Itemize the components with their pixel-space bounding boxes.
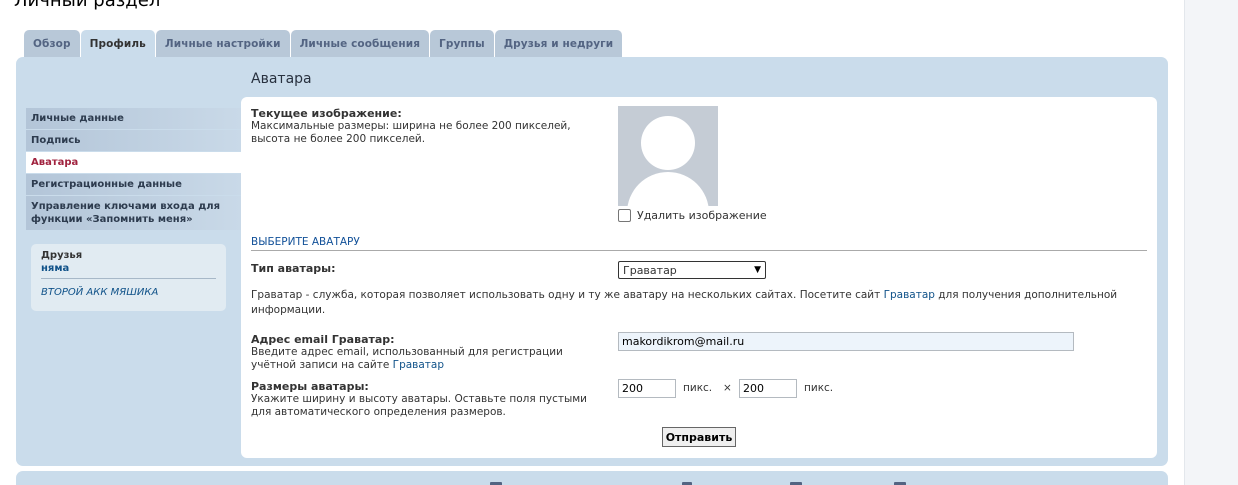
current-image-desc-1: Максимальные размеры: ширина не более 20…	[251, 120, 571, 132]
friends-box: Друзья няма ВТОРОЙ АКК МЯШИКА	[31, 244, 226, 311]
tab-profile[interactable]: Профиль	[80, 30, 155, 58]
side-item-personal-data[interactable]: Личные данные	[26, 108, 241, 129]
right-margin	[1184, 0, 1238, 485]
friend-offline-link[interactable]: ВТОРОЙ АКК МЯШИКА	[41, 287, 158, 298]
section-heading: ВЫБЕРИТЕ АВАТАРУ	[251, 236, 1147, 251]
email-block: Адрес email Граватар: Введите адрес emai…	[251, 333, 563, 372]
email-desc-link[interactable]: Граватар	[393, 359, 444, 371]
side-menu: Личные данные Подпись Аватара Регистраци…	[26, 108, 241, 231]
email-label: Адрес email Граватар:	[251, 333, 395, 346]
tab-overview[interactable]: Обзор	[24, 30, 80, 57]
page-title: Личный раздел	[14, 0, 161, 11]
email-desc-2: учётной записи на сайте Граватар	[251, 359, 563, 372]
side-item-registration-data[interactable]: Регистрационные данные	[26, 174, 241, 195]
content-title: Аватара	[251, 71, 312, 87]
gravatar-info-line2: информации.	[251, 304, 326, 316]
friends-title: Друзья	[41, 250, 83, 261]
side-item-signature[interactable]: Подпись	[26, 130, 241, 151]
avatar-type-label: Тип аватары:	[251, 262, 336, 275]
avatar-type-selected: Граватар	[623, 263, 677, 277]
submit-button[interactable]: Отправить	[662, 427, 736, 447]
avatar-placeholder-body	[627, 172, 709, 206]
gravatar-info-link[interactable]: Граватар	[884, 289, 935, 301]
delete-image-label: Удалить изображение	[637, 209, 767, 222]
width-unit: пикс.	[683, 382, 713, 394]
gravatar-email-input[interactable]: makordikrom@mail.ru	[618, 332, 1074, 351]
email-desc-1: Введите адрес email, использованный для …	[251, 346, 563, 358]
height-unit: пикс.	[804, 382, 834, 394]
delete-image-checkbox[interactable]	[618, 209, 631, 222]
chevron-down-icon: ▼	[754, 265, 761, 275]
email-desc-2-text: учётной записи на сайте	[251, 359, 393, 371]
tab-bar: Обзор Профиль Личные настройки Личные со…	[24, 30, 623, 58]
tab-personal-settings[interactable]: Личные настройки	[155, 30, 290, 57]
friend-online-link[interactable]: няма	[41, 263, 216, 274]
tab-groups[interactable]: Группы	[430, 30, 494, 57]
size-label: Размеры аватары:	[251, 380, 369, 393]
avatar-placeholder-head	[641, 116, 695, 170]
side-item-avatar[interactable]: Аватара	[26, 152, 241, 173]
times-sign: ×	[723, 382, 732, 394]
delete-image-row: Удалить изображение	[618, 209, 767, 222]
tab-private-messages[interactable]: Личные сообщения	[290, 30, 430, 57]
gravatar-info: Граватар - служба, которая позволяет исп…	[251, 288, 1151, 318]
tab-friends-foes[interactable]: Друзья и недруги	[494, 30, 623, 57]
current-image-block: Текущее изображение: Максимальные размер…	[251, 107, 571, 146]
size-block: Размеры аватары: Укажите ширину и высоту…	[251, 380, 587, 419]
gravatar-info-text-end: для получения дополнительной	[934, 289, 1118, 301]
current-avatar-image	[618, 106, 718, 206]
gravatar-info-text: Граватар - служба, которая позволяет исп…	[251, 289, 884, 301]
avatar-width-input[interactable]: 200	[618, 379, 676, 398]
current-image-label: Текущее изображение:	[251, 107, 402, 120]
avatar-height-input[interactable]: 200	[739, 379, 797, 398]
divider	[41, 278, 216, 279]
side-item-remember-me-keys[interactable]: Управление ключами входа для функции «За…	[26, 196, 241, 230]
size-desc-2: для автоматического определения размеров…	[251, 406, 506, 418]
avatar-type-select[interactable]: Граватар ▼	[618, 261, 766, 279]
current-image-desc-2: высота не более 200 пикселей.	[251, 133, 426, 145]
size-desc-1: Укажите ширину и высоту аватары. Оставьт…	[251, 393, 587, 405]
lower-panel	[16, 471, 1168, 485]
